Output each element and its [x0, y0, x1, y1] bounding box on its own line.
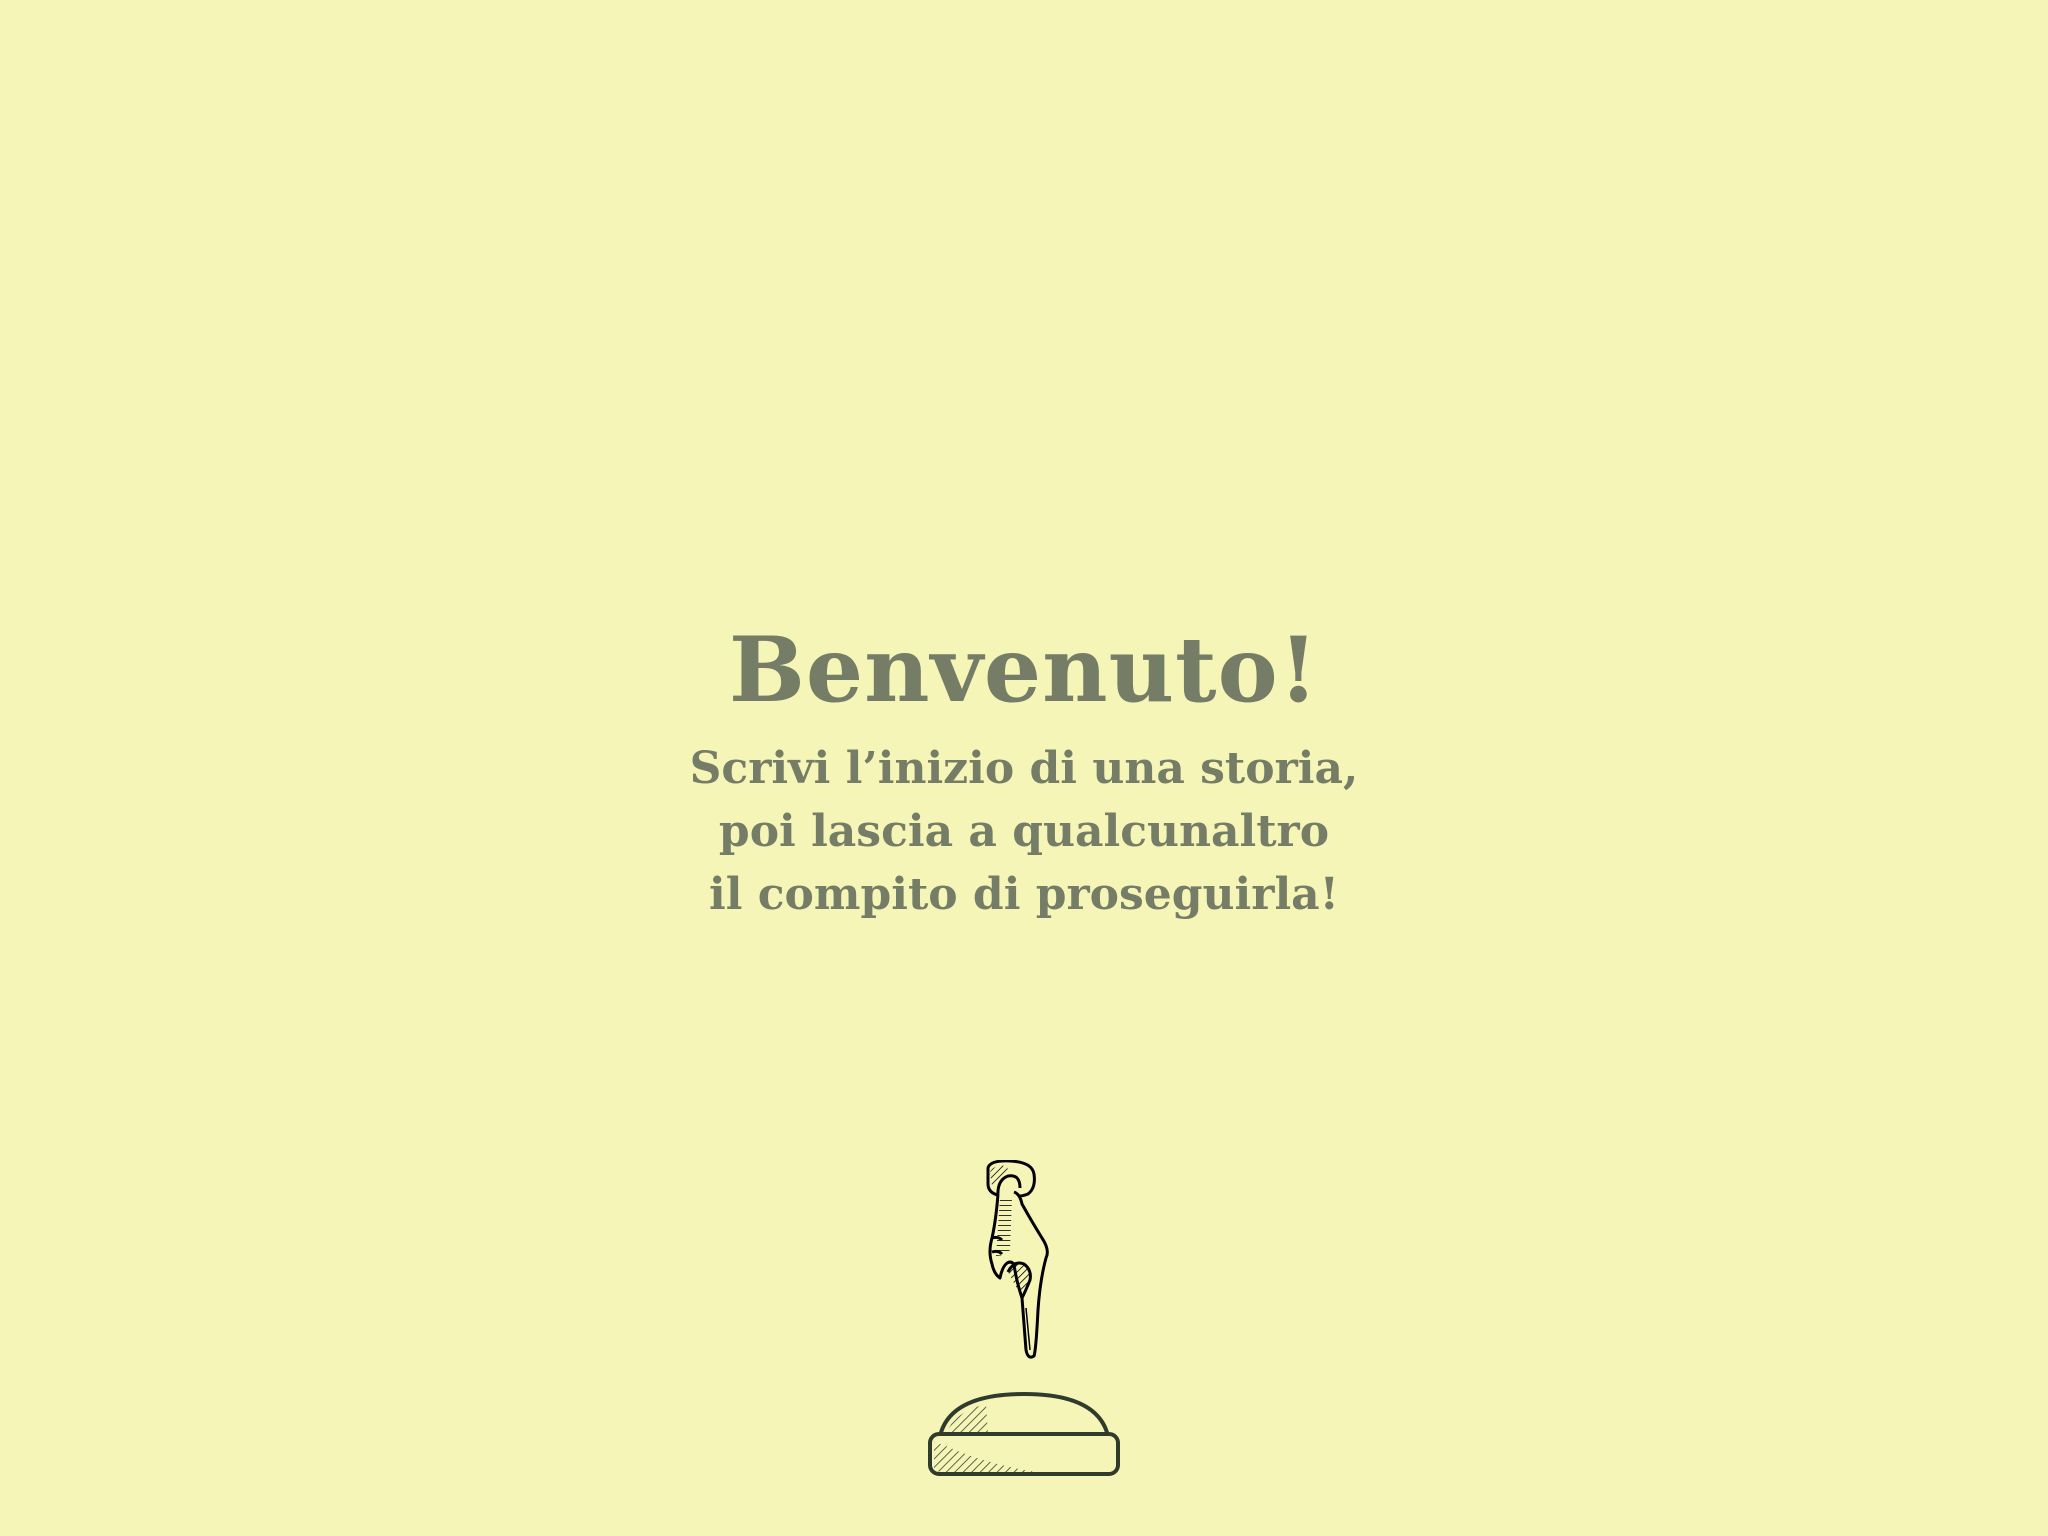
subtitle-line-2: poi lascia a qualcunaltro [718, 806, 1330, 857]
welcome-screen: Benvenuto! Scrivi l’inizio di una storia… [0, 0, 2048, 1536]
pointing-hand-icon [986, 1160, 1049, 1359]
subtitle-line-1: Scrivi l’inizio di una storia, [689, 743, 1359, 794]
subtitle-line-3: il compito di proseguirla! [709, 869, 1339, 920]
welcome-message: Benvenuto! Scrivi l’inizio di una storia… [0, 615, 2048, 926]
welcome-subtitle: Scrivi l’inizio di una storia, poi lasci… [0, 737, 2048, 926]
push-button-icon[interactable] [926, 1390, 1122, 1480]
welcome-title: Benvenuto! [728, 617, 1320, 723]
